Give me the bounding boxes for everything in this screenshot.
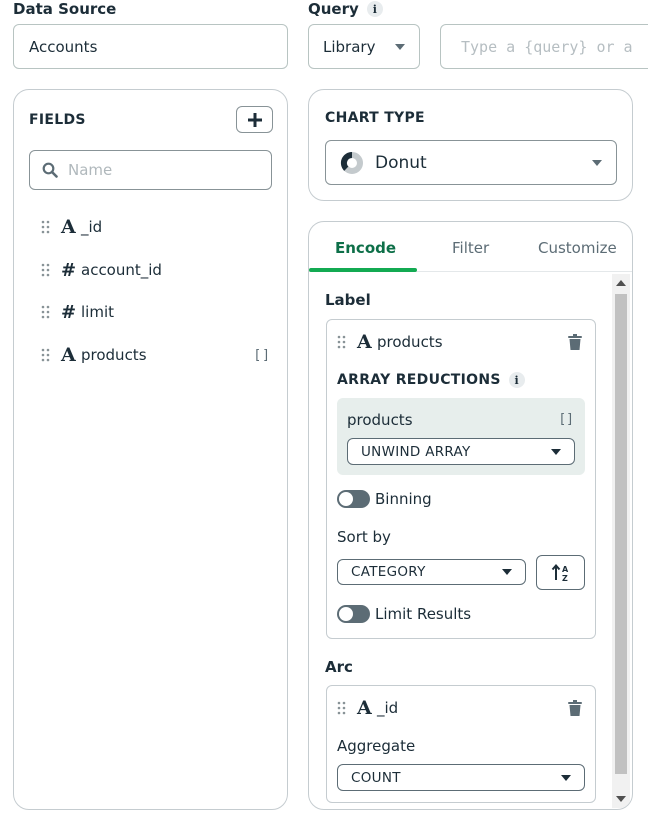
- query-mode-select[interactable]: Library: [308, 24, 420, 69]
- chart-type-title: CHART TYPE: [325, 110, 425, 126]
- binning-toggle[interactable]: [337, 490, 370, 508]
- array-reduction-select[interactable]: UNWIND ARRAY: [347, 438, 575, 465]
- fields-panel: FIELDS Name A _id # account_id # limit A…: [13, 89, 288, 810]
- arc-encoding-card: A _id Aggregate COUNT: [326, 685, 596, 803]
- arc-section-title: Arc: [325, 658, 353, 676]
- drag-handle-icon[interactable]: [41, 348, 51, 362]
- label-field-name: products: [377, 333, 443, 351]
- chevron-down-icon: [502, 569, 512, 575]
- aggregate-value: COUNT: [351, 769, 401, 786]
- drag-handle-icon[interactable]: [41, 263, 51, 277]
- encode-tabs: Encode Filter Customize: [309, 222, 632, 272]
- drag-handle-icon[interactable]: [41, 305, 51, 319]
- string-type-icon: A: [357, 697, 372, 719]
- sort-direction-button[interactable]: A Z: [536, 555, 585, 590]
- drag-handle-icon[interactable]: [337, 335, 347, 349]
- tab-customize[interactable]: Customize: [538, 239, 617, 257]
- chevron-down-icon: [592, 159, 602, 166]
- data-source-field[interactable]: Accounts: [13, 24, 288, 69]
- string-type-icon: A: [61, 344, 76, 366]
- chart-type-panel: CHART TYPE Donut: [308, 89, 633, 201]
- chart-type-select[interactable]: Donut: [325, 140, 617, 185]
- string-type-icon: A: [357, 331, 372, 353]
- query-input[interactable]: Type a {query} or a: [440, 24, 648, 69]
- chevron-down-icon: [561, 774, 571, 781]
- tab-encode[interactable]: Encode: [335, 239, 396, 257]
- arc-field-name: _id: [377, 699, 399, 717]
- tab-filter[interactable]: Filter: [452, 239, 489, 257]
- label-section-title: Label: [325, 291, 371, 309]
- label-encoding-card: A products ARRAY REDUCTIONS i products […: [326, 319, 596, 639]
- array-reductions-title: ARRAY REDUCTIONS: [337, 372, 501, 388]
- sort-by-label: Sort by: [337, 528, 391, 546]
- trash-icon[interactable]: [568, 334, 582, 350]
- sort-by-select[interactable]: CATEGORY: [337, 559, 526, 585]
- field-item-limit[interactable]: # limit: [41, 300, 271, 324]
- array-reduction-value: UNWIND ARRAY: [361, 443, 471, 460]
- encode-panel: Encode Filter Customize Label A products…: [308, 221, 633, 810]
- field-name: account_id: [81, 261, 162, 279]
- chevron-down-icon: [551, 448, 561, 455]
- svg-text:A: A: [562, 565, 569, 574]
- sort-ascending-az-icon: A Z: [551, 563, 569, 583]
- drag-handle-icon[interactable]: [337, 701, 347, 715]
- field-name: limit: [81, 303, 114, 321]
- scroll-down-arrow-icon[interactable]: [616, 796, 626, 802]
- array-reductions-header: ARRAY REDUCTIONS i: [337, 372, 525, 388]
- label-field[interactable]: A products: [337, 331, 443, 353]
- field-item-account-id[interactable]: # account_id: [41, 258, 271, 282]
- array-reduction-box: products [] UNWIND ARRAY: [337, 398, 585, 475]
- field-name: _id: [81, 218, 103, 236]
- aggregate-label: Aggregate: [337, 737, 416, 755]
- number-type-icon: #: [61, 259, 77, 281]
- array-icon: []: [558, 412, 574, 427]
- query-label: Query: [308, 0, 359, 18]
- add-field-button[interactable]: [236, 106, 273, 133]
- reduction-field-name: products: [347, 411, 413, 429]
- field-item-id[interactable]: A _id: [41, 215, 271, 239]
- array-icon: []: [253, 347, 271, 363]
- binning-label: Binning: [375, 490, 432, 508]
- donut-chart-icon: [340, 151, 363, 174]
- string-type-icon: A: [61, 216, 76, 238]
- chevron-down-icon: [395, 43, 405, 50]
- drag-handle-icon[interactable]: [41, 220, 51, 234]
- number-type-icon: #: [61, 301, 77, 323]
- arc-field[interactable]: A _id: [337, 697, 398, 719]
- plus-icon: [247, 112, 262, 127]
- scrollbar[interactable]: [612, 274, 630, 808]
- query-mode-value: Library: [323, 37, 376, 56]
- field-name: products: [81, 346, 147, 364]
- query-header: Query i: [308, 0, 383, 18]
- limit-results-label: Limit Results: [375, 605, 472, 623]
- field-item-products[interactable]: A products []: [41, 343, 271, 367]
- search-icon: [42, 162, 58, 178]
- data-source-value: Accounts: [29, 37, 98, 56]
- scrollbar-thumb[interactable]: [615, 294, 627, 774]
- field-search-input[interactable]: Name: [29, 150, 272, 190]
- info-icon[interactable]: i: [508, 372, 525, 388]
- trash-icon[interactable]: [568, 700, 582, 716]
- sort-by-value: CATEGORY: [351, 564, 426, 580]
- search-placeholder: Name: [68, 161, 113, 179]
- limit-results-toggle-row: Limit Results: [337, 605, 471, 623]
- data-source-label: Data Source: [13, 0, 117, 18]
- svg-text:Z: Z: [562, 574, 568, 583]
- limit-results-toggle[interactable]: [337, 605, 370, 623]
- fields-title: FIELDS: [29, 112, 86, 128]
- info-icon[interactable]: i: [366, 1, 383, 17]
- binning-toggle-row: Binning: [337, 490, 432, 508]
- chart-type-value: Donut: [375, 152, 427, 173]
- scroll-up-arrow-icon[interactable]: [616, 280, 626, 286]
- active-tab-indicator: [309, 268, 417, 272]
- aggregate-select[interactable]: COUNT: [337, 764, 585, 791]
- query-input-placeholder: Type a {query} or a: [461, 37, 633, 56]
